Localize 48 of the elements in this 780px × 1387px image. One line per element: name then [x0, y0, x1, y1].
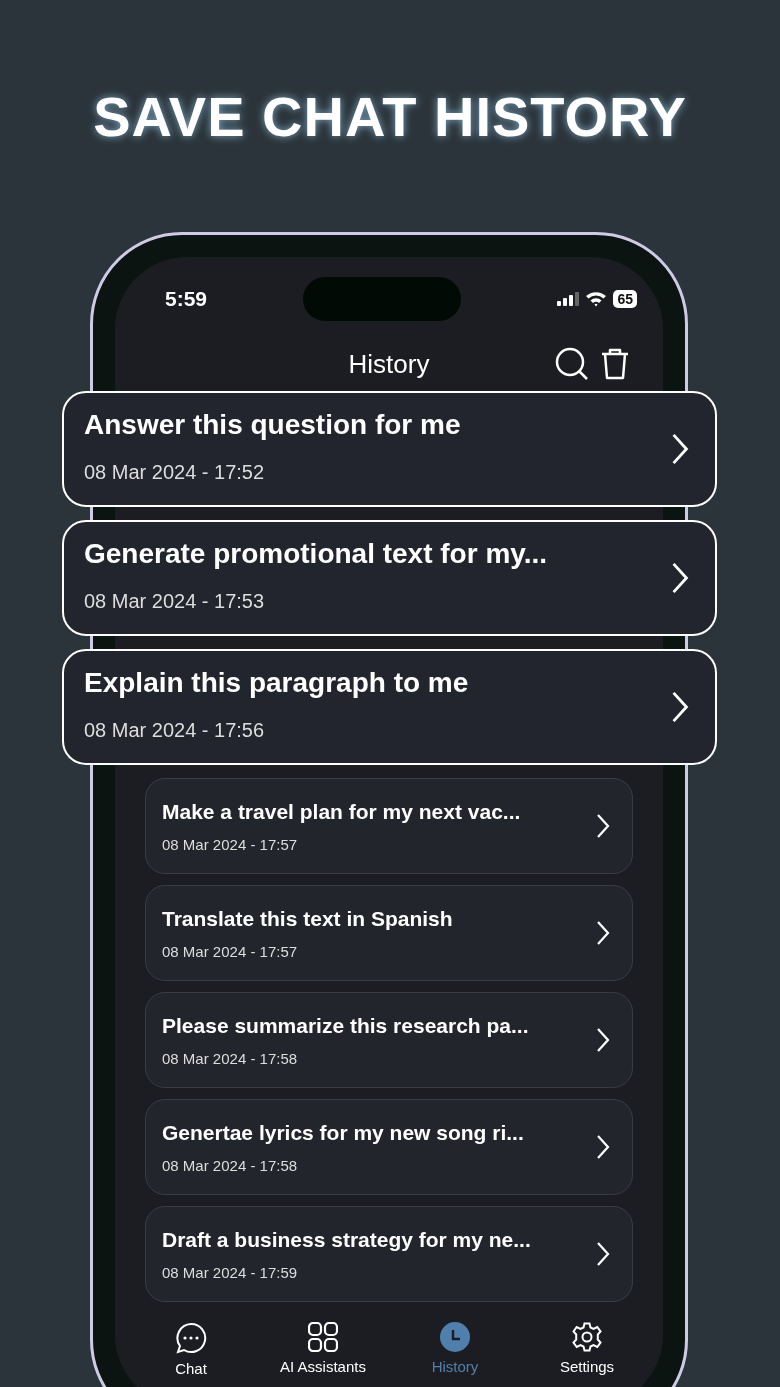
clock-icon — [440, 1322, 470, 1352]
signal-icon — [557, 292, 580, 306]
chat-date: 08 Mar 2024 - 17:58 — [162, 1156, 299, 1174]
headline: SAVE CHAT HISTORY — [92, 84, 688, 149]
battery-level: 65 — [613, 290, 637, 308]
settings-icon — [572, 1322, 602, 1352]
chevron-icon — [596, 1240, 610, 1268]
tab-bar-item[interactable]: History — [390, 1322, 520, 1377]
search-icon[interactable] — [555, 347, 589, 381]
chevron-icon — [596, 812, 610, 840]
tab-bar-item[interactable]: AI Assistants — [258, 1322, 388, 1377]
chat-history-item[interactable]: Draft a business strategy for my ne... 08 Mar 2024 - 17:59 — [145, 1206, 633, 1302]
chat-history-item[interactable]: Translate this text in Spanish 08 Mar 2024 - 17:57 — [145, 885, 633, 981]
chevron-icon — [596, 919, 610, 947]
chat-date: 08 Mar 2024 - 17:58 — [162, 1049, 299, 1067]
chat-history-item[interactable]: Generate promotional text for my... 08 Mar 2024 - 17:53 — [62, 520, 717, 636]
wifi-icon — [585, 291, 608, 307]
tab-bar-item[interactable]: Chat — [126, 1322, 256, 1377]
status-time: 5:59 — [165, 287, 208, 311]
chevron-icon — [671, 561, 689, 595]
chat-bubble-icon — [175, 1322, 207, 1354]
screen-title: History — [348, 348, 430, 380]
chevron-icon — [671, 690, 689, 724]
trash-icon[interactable] — [600, 348, 630, 380]
chevron-icon — [671, 432, 689, 466]
chat-date: 08 Mar 2024 - 17:52 — [84, 460, 266, 484]
chat-title: Draft a business strategy for my ne... — [162, 1227, 531, 1252]
chat-history-item[interactable]: Make a travel plan for my next vac... 08 Mar 2024 - 17:57 — [145, 778, 633, 874]
chat-title: Explain this paragraph to me — [84, 666, 469, 699]
chat-title: Genertae lyrics for my new song ri... — [162, 1120, 524, 1145]
grid-icon — [308, 1322, 338, 1352]
chat-title: Please summarize this research pa... — [162, 1013, 529, 1038]
chat-title: Generate promotional text for my... — [84, 537, 548, 570]
chat-title: Make a travel plan for my next vac... — [162, 799, 521, 824]
chat-date: 08 Mar 2024 - 17:56 — [84, 718, 266, 742]
chat-history-item[interactable]: Please summarize this research pa... 08 Mar 2024 - 17:58 — [145, 992, 633, 1088]
chat-date: 08 Mar 2024 - 17:53 — [84, 589, 266, 613]
chevron-icon — [596, 1133, 610, 1161]
chat-title: Answer this question for me — [84, 408, 461, 441]
chat-date: 08 Mar 2024 - 17:57 — [162, 835, 299, 853]
chat-date: 08 Mar 2024 - 17:57 — [162, 942, 299, 960]
tab-bar-item[interactable]: Settings — [522, 1322, 652, 1377]
chat-history-item[interactable]: Answer this question for me 08 Mar 2024 - 17:52 — [62, 391, 717, 507]
chat-history-item[interactable]: Genertae lyrics for my new song ri... 08 Mar 2024 - 17:58 — [145, 1099, 633, 1195]
chat-history-item[interactable]: Explain this paragraph to me 08 Mar 2024 - 17:56 — [62, 649, 717, 765]
chat-date: 08 Mar 2024 - 17:59 — [162, 1263, 299, 1281]
chevron-icon — [596, 1026, 610, 1054]
chat-title: Translate this text in Spanish — [162, 906, 453, 931]
